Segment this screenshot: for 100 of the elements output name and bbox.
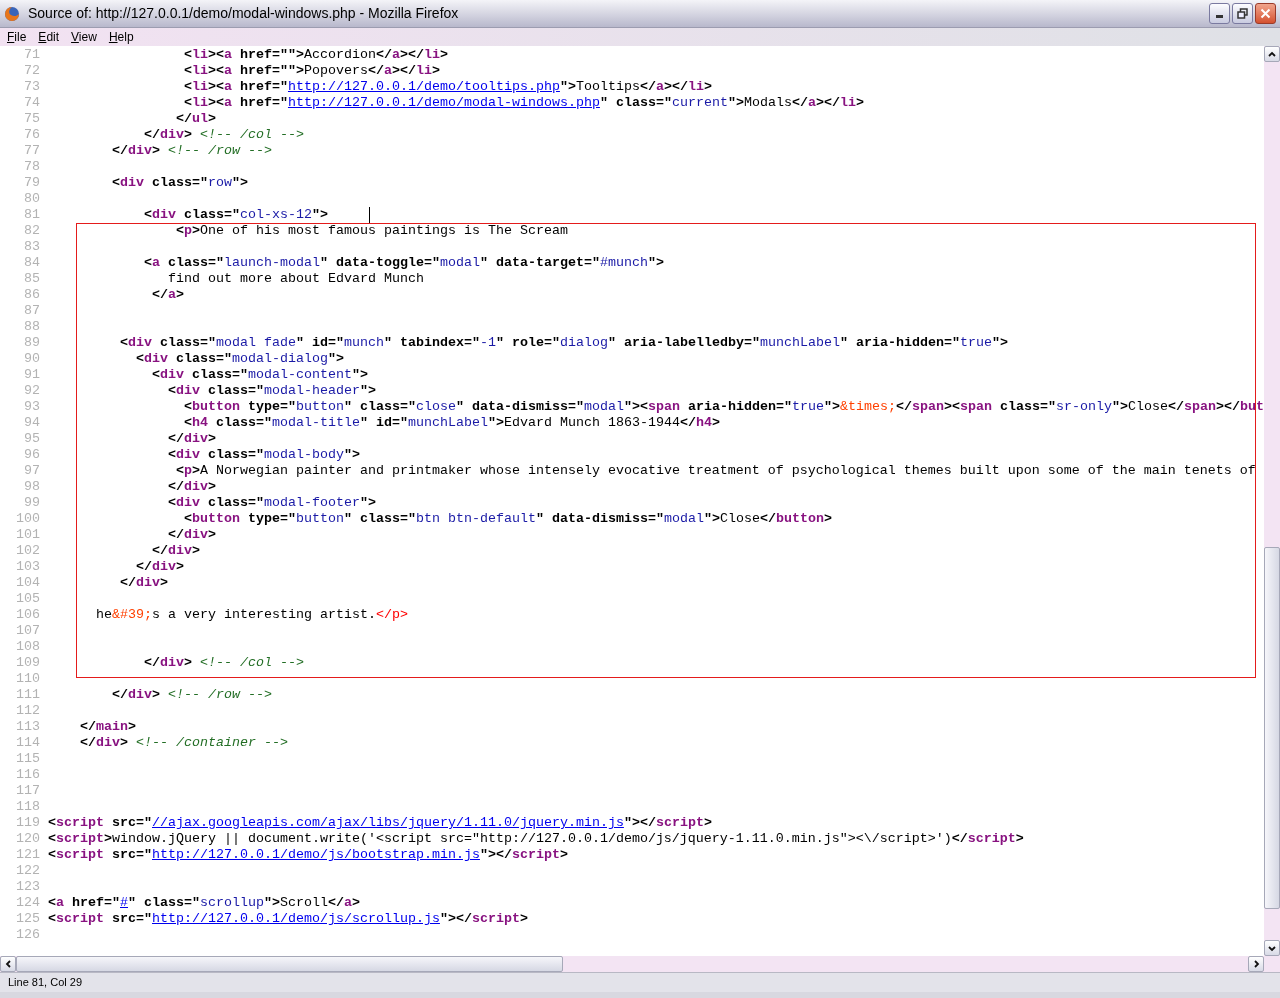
line-number: 117 — [15, 783, 40, 799]
scroll-down-button[interactable] — [1264, 940, 1280, 956]
code-line: <li><a href="">Popovers</a></li> — [182, 63, 440, 79]
line-number: 111 — [15, 687, 40, 703]
line-number: 75 — [23, 111, 40, 127]
line-number: 96 — [23, 447, 40, 463]
line-number: 103 — [15, 559, 40, 575]
line-number: 90 — [23, 351, 40, 367]
code-line: </a> — [150, 287, 184, 303]
line-number: 80 — [23, 191, 40, 207]
line-number: 79 — [23, 175, 40, 191]
link[interactable]: http://127.0.0.1/demo/js/scrollup.js — [152, 911, 440, 926]
restore-button[interactable] — [1232, 3, 1253, 24]
link[interactable]: http://127.0.0.1/demo/tooltips.php — [287, 79, 560, 94]
code-line: </div> — [118, 575, 168, 591]
code-line: <script src="http://127.0.0.1/demo/js/bootstrap.min.js"></script> — [48, 847, 568, 863]
line-number: 115 — [15, 751, 40, 767]
code-line: </div> <!-- /row --> — [111, 687, 272, 703]
link[interactable]: //ajax.googleapis.com/ajax/libs/jquery/1.11.0/jquery.min.js — [152, 815, 624, 830]
line-number: 93 — [23, 399, 40, 415]
line-number: 88 — [23, 319, 40, 335]
line-number: 85 — [23, 271, 40, 287]
link[interactable]: http://127.0.0.1/demo/modal-windows.php — [287, 95, 600, 110]
line-number: 83 — [23, 239, 40, 255]
line-number: 109 — [15, 655, 40, 671]
line-number: 113 — [15, 719, 40, 735]
line-number: 107 — [15, 623, 40, 639]
scroll-right-button[interactable] — [1248, 956, 1264, 972]
code-line: <a class="launch-modal" data-toggle="modal" data-target="#munch"> — [142, 255, 664, 271]
code-line: <button type="button" class="btn btn-default" data-dismiss="modal">Close</button> — [182, 511, 832, 527]
close-button[interactable] — [1255, 3, 1276, 24]
line-number: 74 — [23, 95, 40, 111]
code-line: </div> <!-- /col --> — [142, 127, 304, 143]
scrollbar-thumb[interactable] — [1264, 547, 1280, 909]
line-number: 101 — [15, 527, 40, 543]
code-line: find out more about Edvard Munch — [166, 271, 424, 287]
line-number: 89 — [23, 335, 40, 351]
code-line: <script src="//ajax.googleapis.com/ajax/libs/jquery/1.11.0/jquery.min.js"></script> — [48, 815, 712, 831]
restore-icon — [1237, 8, 1248, 19]
line-number: 82 — [23, 223, 40, 239]
code-line: </div> — [166, 431, 216, 447]
code-line: <div class="modal-dialog"> — [134, 351, 344, 367]
code-line: </div> <!-- /row --> — [111, 143, 272, 159]
minimize-icon — [1216, 15, 1223, 18]
code-line: <h4 class="modal-title" id="munchLabel">Edvard Munch 1863-1944</h4> — [182, 415, 720, 431]
code-line: <li><a href="">Accordion</a></li> — [182, 47, 448, 63]
line-number: 106 — [15, 607, 40, 623]
menu-item[interactable]: Help — [103, 28, 139, 46]
code-line: <p>One of his most famous paintings is The Scream — [174, 223, 568, 239]
code-line: he&#39;s a very interesting artist.</p> — [95, 607, 408, 623]
line-number: 108 — [15, 639, 40, 655]
line-number: 120 — [15, 831, 40, 847]
line-number: 100 — [15, 511, 40, 527]
line-number: 97 — [23, 463, 40, 479]
line-number: 104 — [15, 575, 40, 591]
line-number: 78 — [23, 159, 40, 175]
link[interactable]: http://127.0.0.1/demo/js/bootstrap.min.js — [152, 847, 480, 862]
link[interactable]: # — [120, 895, 128, 910]
browser-logo-icon — [4, 5, 20, 22]
line-number: 81 — [23, 207, 40, 223]
code-line: <div class="modal-header"> — [166, 383, 376, 399]
code-line: <li><a href="http://127.0.0.1/demo/modal-windows.php" class="current">Modals</a></li> — [182, 95, 864, 111]
line-number: 105 — [15, 591, 40, 607]
line-number: 121 — [15, 847, 40, 863]
line-number: 116 — [15, 767, 40, 783]
minimize-button[interactable] — [1209, 3, 1230, 24]
line-number: 71 — [23, 47, 40, 63]
window-title: Source of: http://127.0.0.1/demo/modal-windows.php - Mozilla Firefox — [28, 4, 459, 23]
menu-item[interactable]: File — [2, 28, 32, 46]
line-number: 73 — [23, 79, 40, 95]
line-number: 110 — [15, 671, 40, 687]
line-number: 123 — [15, 879, 40, 895]
scrollbar-thumb[interactable] — [16, 956, 563, 972]
line-number: 98 — [23, 479, 40, 495]
code-line: <p>A Norwegian painter and printmaker whose intensely evocative treatment of psychological themes built upon some of the main tenets of — [174, 463, 1256, 479]
scroll-up-button[interactable] — [1264, 46, 1280, 62]
code-line: <script>window.jQuery || document.write('<script src="http://127.0.0.1/demo/js/jquery-1.11.0.min.js"><\/script>')</script> — [48, 831, 1024, 847]
line-number: 94 — [23, 415, 40, 431]
code-line: <div class="modal-footer"> — [166, 495, 376, 511]
code-line: <li><a href="http://127.0.0.1/demo/tooltips.php">Tooltips</a></li> — [182, 79, 712, 95]
line-number: 125 — [15, 911, 40, 927]
line-number: 76 — [23, 127, 40, 143]
menu-item[interactable]: Edit — [33, 28, 65, 46]
line-number: 99 — [23, 495, 40, 511]
line-number: 124 — [15, 895, 40, 911]
line-number: 87 — [23, 303, 40, 319]
line-number: 102 — [15, 543, 40, 559]
code-line: <a href="#" class="scrollup">Scroll</a> — [48, 895, 360, 911]
line-number: 122 — [15, 863, 40, 879]
menu-item[interactable]: View — [66, 28, 102, 46]
status-text: Line 81, Col 29 — [8, 975, 82, 991]
code-line: </div> <!-- /container --> — [79, 735, 288, 751]
scroll-left-button[interactable] — [0, 956, 16, 972]
line-number: 118 — [15, 799, 40, 815]
line-number: 84 — [23, 255, 40, 271]
code-line: </ul> — [174, 111, 216, 127]
code-line: </div> — [150, 543, 200, 559]
code-line: </div> — [134, 559, 184, 575]
line-number: 95 — [23, 431, 40, 447]
line-number: 112 — [15, 703, 40, 719]
